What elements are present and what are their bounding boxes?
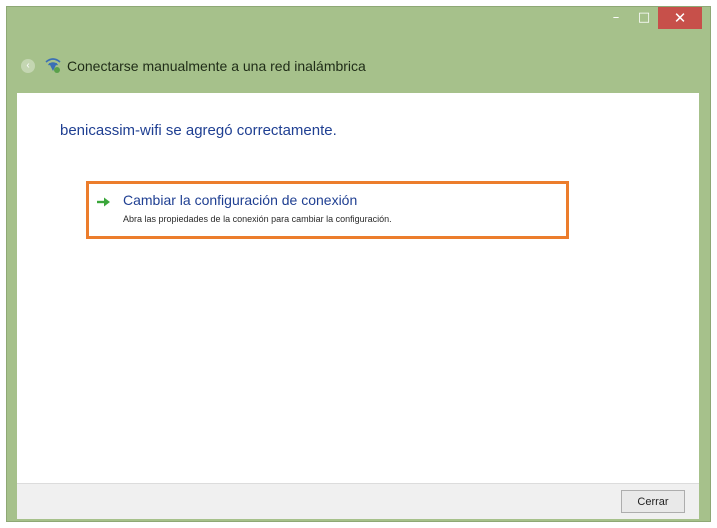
- option-title: Cambiar la configuración de conexión: [123, 192, 358, 208]
- title-row: ‹ Conectarse manualmente a una red inalá…: [21, 57, 366, 75]
- close-window-button[interactable]: ✕: [658, 7, 702, 29]
- wireless-network-icon: [45, 58, 61, 73]
- window-controls: – □ ✕: [602, 7, 702, 29]
- back-arrow-icon[interactable]: ‹: [21, 59, 35, 73]
- dialog-window: – □ ✕ ‹ Conectarse manualmente a una red…: [6, 6, 711, 522]
- close-button[interactable]: Cerrar: [621, 490, 685, 513]
- change-connection-settings-link[interactable]: Cambiar la configuración de conexión Abr…: [86, 181, 569, 239]
- option-description: Abra las propiedades de la conexión para…: [123, 214, 392, 224]
- dialog-footer: Cerrar: [17, 483, 699, 519]
- window-title: Conectarse manualmente a una red inalámb…: [67, 58, 366, 74]
- maximize-button[interactable]: □: [630, 7, 658, 27]
- minimize-button[interactable]: –: [602, 7, 630, 27]
- content-panel: benicassim-wifi se agregó correctamente.…: [17, 93, 699, 483]
- green-arrow-icon: [97, 197, 110, 207]
- success-message: benicassim-wifi se agregó correctamente.: [60, 122, 337, 139]
